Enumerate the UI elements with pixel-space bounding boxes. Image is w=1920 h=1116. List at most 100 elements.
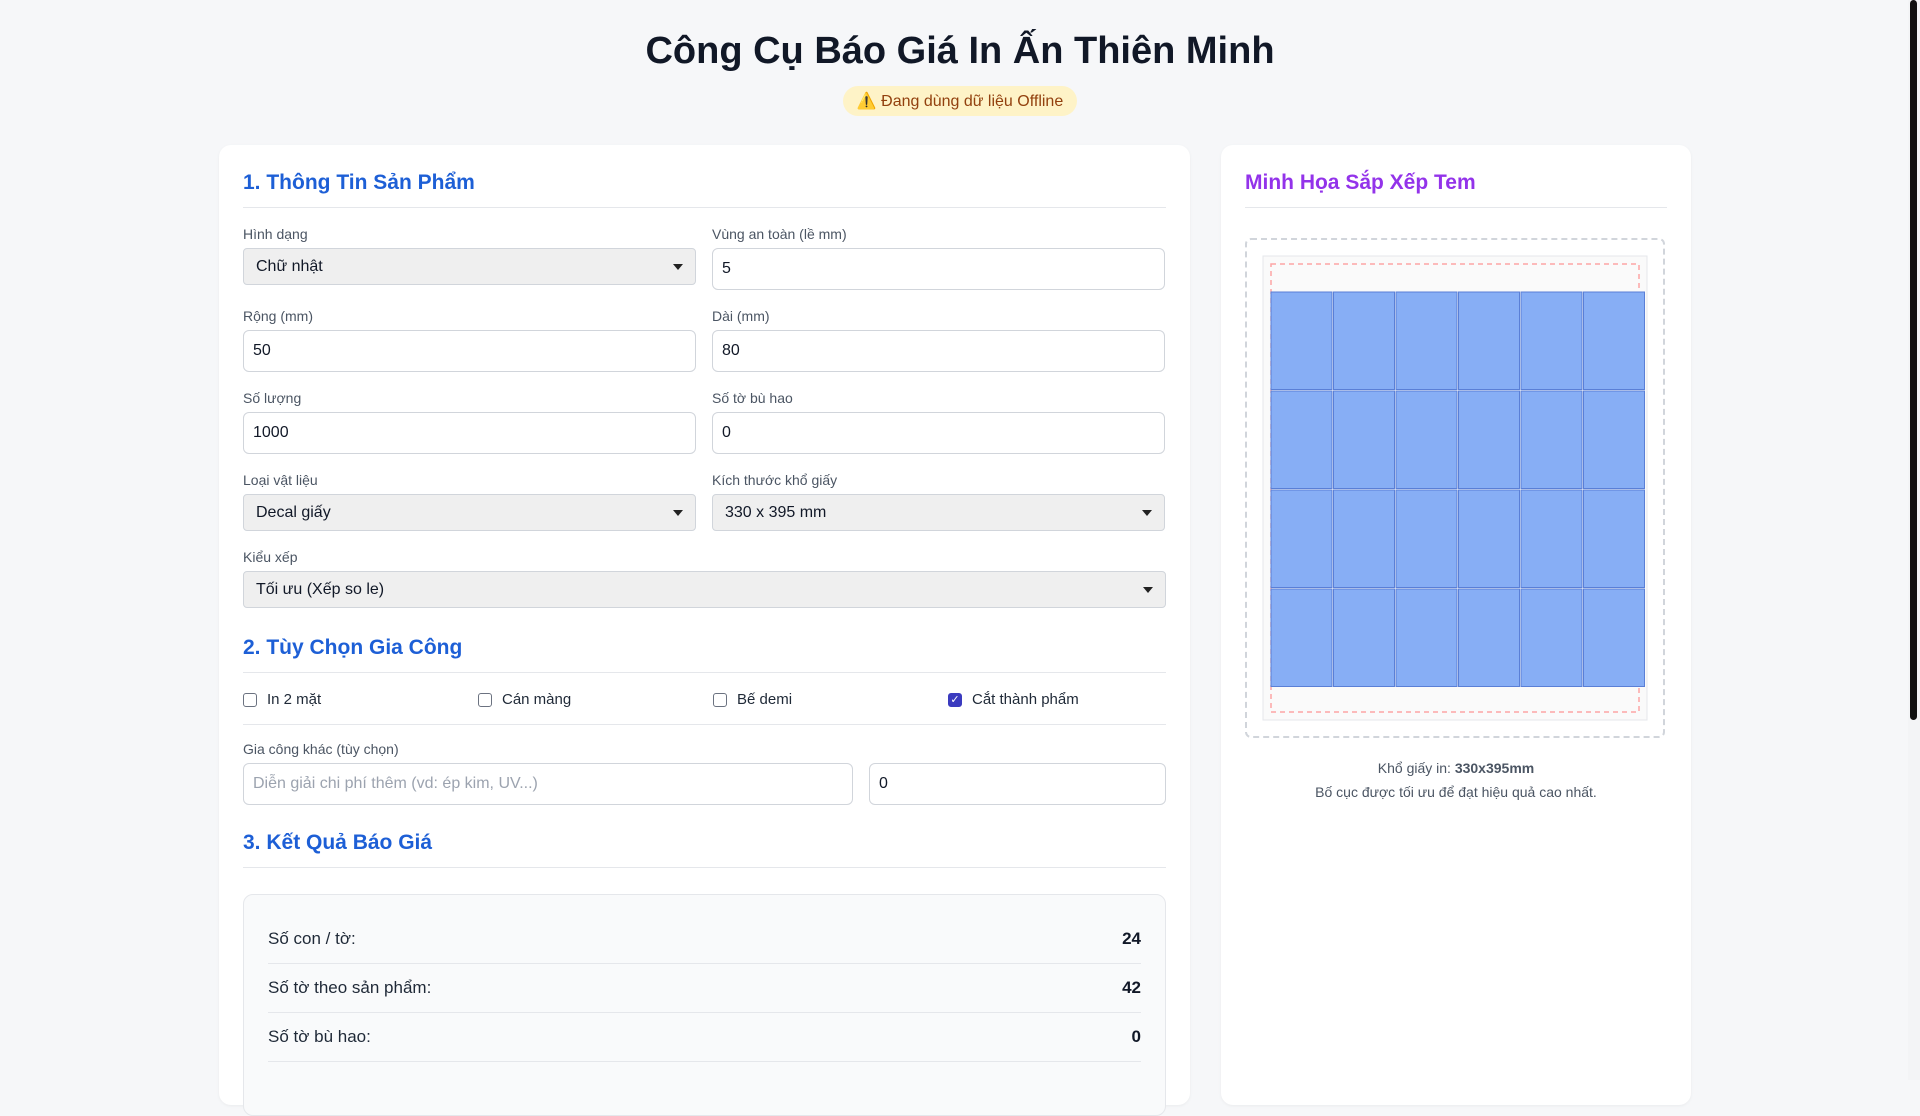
safe-zone-field: Vùng an toàn (lề mm) 5	[712, 226, 1165, 290]
material-select[interactable]: Decal giấy	[243, 494, 696, 531]
status-badge: ⚠️ Đang dùng dữ liệu Offline	[842, 86, 1078, 116]
layout-select[interactable]: Tối ưu (Xếp so le)	[243, 571, 1166, 608]
sticker-tile	[1395, 291, 1458, 390]
layout-field: Kiểu xếp Tối ưu (Xếp so le)	[243, 549, 1166, 608]
safe-zone-value: 5	[722, 260, 731, 277]
material-field: Loại vật liệu Decal giấy	[243, 472, 696, 531]
shape-label: Hình dạng	[243, 226, 308, 242]
sticker-tile	[1333, 291, 1395, 390]
preview-section-title: Minh Họa Sắp Xếp Tem	[1245, 171, 1667, 208]
chevron-down-icon	[1143, 586, 1153, 593]
sticker-tile	[1333, 489, 1395, 588]
paper-size-caption: Khổ giấy in: 330x395mm	[1245, 756, 1667, 780]
shape-select[interactable]: Chữ nhật	[243, 248, 696, 285]
result-value: 24	[1122, 929, 1141, 948]
sticker-tile	[1333, 588, 1395, 687]
option-label: Cán màng	[502, 691, 572, 708]
width-label: Rộng (mm)	[243, 308, 314, 324]
result-row: Số tờ theo sản phẩm: 42	[268, 964, 1141, 1013]
chevron-down-icon	[1142, 509, 1152, 516]
layout-value: Tối ưu (Xếp so le)	[256, 580, 385, 598]
other-processing-field: Gia công khác (tùy chọn) Diễn giải chi p…	[243, 741, 1166, 805]
sticker-tile	[1395, 588, 1458, 687]
sticker-tile	[1520, 489, 1583, 588]
sticker-tile	[1270, 588, 1333, 687]
option-kiss-cut[interactable]: Bế demi	[713, 691, 948, 708]
sticker-tile	[1270, 489, 1333, 588]
length-value: 80	[722, 342, 740, 359]
sticker-tile	[1520, 291, 1583, 390]
width-field: Rộng (mm) 50	[243, 308, 696, 372]
paper-size-prefix: Khổ giấy in:	[1377, 760, 1451, 776]
checkbox-checked[interactable]: ✓	[948, 692, 962, 707]
sticker-tile	[1583, 291, 1645, 390]
quote-form-card: 1. Thông Tin Sản Phẩm Hình dạng Chữ nhật…	[219, 145, 1190, 1116]
option-double-sided[interactable]: In 2 mặt	[243, 691, 478, 708]
material-value: Decal giấy	[256, 503, 331, 521]
scrollbar-thumb[interactable]	[1910, 0, 1917, 720]
result-section-title: 3. Kết Quả Báo Giá	[243, 831, 1166, 868]
paper-size-value: 330 x 395 mm	[725, 503, 827, 521]
processing-options: In 2 mặt Cán màng Bế demi ✓ Cắt thành ph…	[243, 673, 1166, 725]
product-section-title: 1. Thông Tin Sản Phẩm	[243, 171, 1166, 208]
preview-caption: Khổ giấy in: 330x395mm Bố cục được tối ư…	[1245, 756, 1667, 804]
sticker-tile	[1458, 489, 1520, 588]
layout-diagram	[1262, 255, 1648, 721]
sticker-tile	[1458, 291, 1520, 390]
quantity-field: Số lượng 1000	[243, 390, 696, 454]
sticker-tile	[1583, 390, 1645, 489]
checkbox[interactable]	[243, 692, 257, 707]
length-input[interactable]: 80	[712, 330, 1165, 372]
width-value: 50	[253, 342, 271, 359]
result-row: Số tờ bù hao: 0	[268, 1013, 1141, 1062]
checkbox[interactable]	[713, 692, 727, 707]
sticker-tile	[1583, 489, 1645, 588]
sticker-tile	[1458, 390, 1520, 489]
waste-sheets-value: 0	[722, 424, 731, 441]
result-label: Số con / tờ:	[268, 929, 356, 948]
page-scrollbar[interactable]	[1908, 0, 1920, 1080]
sticker-tile	[1395, 390, 1458, 489]
sticker-tile	[1270, 390, 1333, 489]
sticker-tile	[1520, 588, 1583, 687]
result-row: Số con / tờ: 24	[268, 915, 1141, 964]
other-processing-description-input[interactable]: Diễn giải chi phí thêm (vd: ép kim, UV..…	[243, 763, 853, 805]
width-input[interactable]: 50	[243, 330, 696, 372]
quantity-label: Số lượng	[243, 390, 302, 406]
sticker-tile	[1395, 489, 1458, 588]
safe-zone-input[interactable]: 5	[712, 248, 1165, 290]
other-processing-cost-value: 0	[879, 775, 888, 792]
paper-size-select[interactable]: 330 x 395 mm	[712, 494, 1165, 531]
waste-sheets-input[interactable]: 0	[712, 412, 1165, 454]
quantity-value: 1000	[253, 424, 289, 441]
shape-value: Chữ nhật	[256, 257, 323, 275]
waste-sheets-field: Số tờ bù hao 0	[712, 390, 1165, 454]
other-processing-cost-input[interactable]: 0	[869, 763, 1166, 805]
sticker-tile	[1520, 390, 1583, 489]
waste-sheets-label: Số tờ bù hao	[712, 390, 793, 406]
chevron-down-icon	[673, 509, 683, 516]
option-finishing-cut[interactable]: ✓ Cắt thành phẩm	[948, 691, 1183, 708]
other-processing-placeholder: Diễn giải chi phí thêm (vd: ép kim, UV..…	[253, 775, 538, 792]
result-label: Số tờ bù hao:	[268, 1027, 371, 1046]
quantity-input[interactable]: 1000	[243, 412, 696, 454]
option-label: In 2 mặt	[267, 691, 322, 708]
paper-sheet-preview	[1245, 238, 1665, 738]
checkbox[interactable]	[478, 692, 492, 707]
result-panel: Số con / tờ: 24 Số tờ theo sản phẩm: 42 …	[243, 894, 1166, 1116]
result-value: 42	[1122, 978, 1141, 997]
option-lamination[interactable]: Cán màng	[478, 691, 713, 708]
option-label: Bế demi	[737, 691, 793, 708]
processing-section-title: 2. Tùy Chọn Gia Công	[243, 636, 1166, 673]
chevron-down-icon	[673, 263, 683, 270]
paper-size-text: 330x395mm	[1454, 760, 1535, 776]
page-title: Công Cụ Báo Giá In Ấn Thiên Minh	[645, 30, 1275, 72]
paper-size-field: Kích thước khổ giấy 330 x 395 mm	[712, 472, 1165, 531]
sticker-tile	[1333, 390, 1395, 489]
layout-note: Bố cục được tối ưu để đạt hiệu quả cao n…	[1315, 784, 1597, 800]
option-label: Cắt thành phẩm	[972, 691, 1079, 708]
result-label: Số tờ theo sản phẩm:	[268, 978, 432, 997]
length-field: Dài (mm) 80	[712, 308, 1165, 372]
result-value: 0	[1131, 1027, 1141, 1046]
sticker-tile	[1583, 588, 1645, 687]
